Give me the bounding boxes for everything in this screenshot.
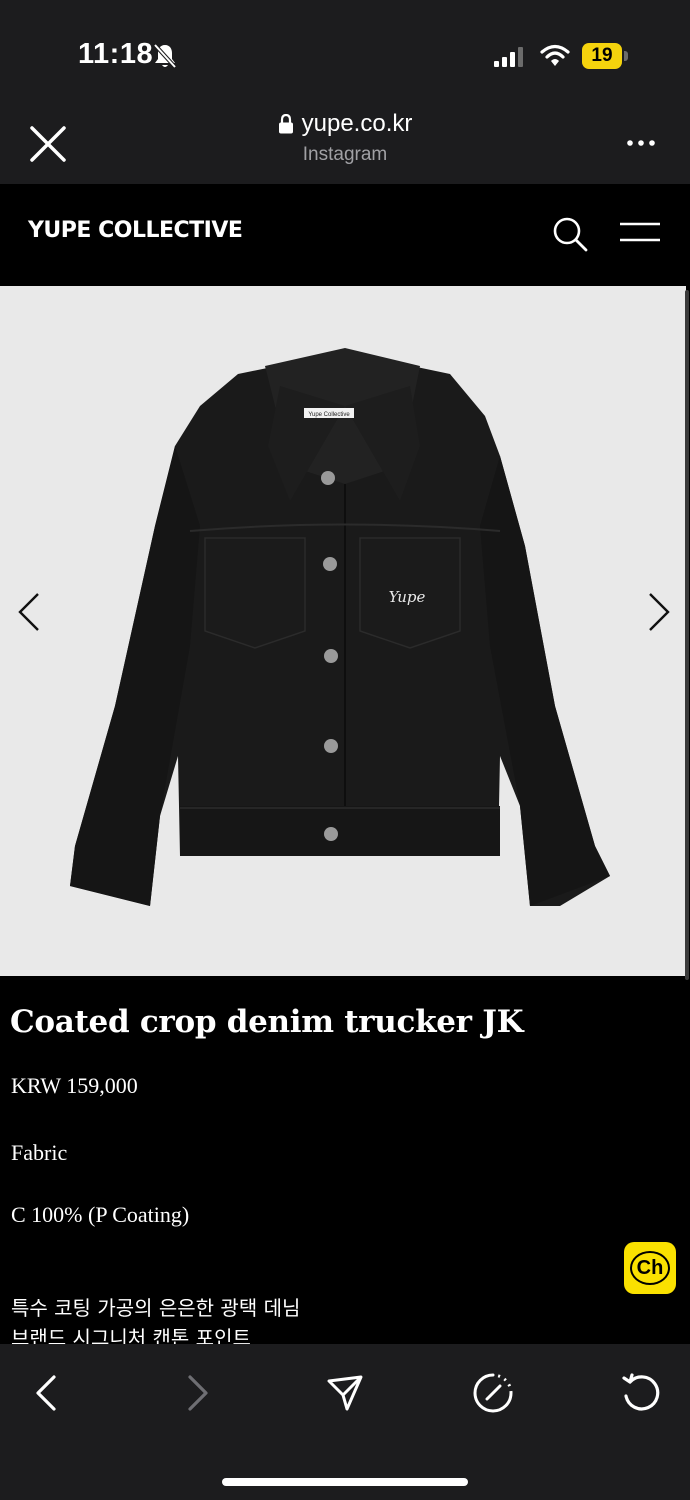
battery-icon: 19 (582, 43, 628, 69)
lock-icon (278, 114, 293, 134)
compass-button[interactable] (468, 1368, 518, 1418)
compass-icon (473, 1373, 513, 1413)
embroidery-logo: Yupe (389, 588, 426, 606)
kakao-chat-label: Ch (630, 1251, 670, 1285)
status-time: 11:18 (78, 38, 154, 70)
search-icon[interactable] (552, 216, 588, 252)
wifi-icon (540, 44, 570, 66)
share-button[interactable] (320, 1368, 370, 1418)
chevron-left-icon[interactable] (14, 590, 44, 634)
url-source: Instagram (302, 144, 388, 165)
product-price: KRW 159,000 (11, 1073, 138, 1098)
bottom-toolbar (0, 1344, 690, 1500)
battery-level: 19 (591, 45, 613, 66)
reload-icon (622, 1373, 660, 1411)
menu-icon[interactable] (618, 220, 662, 244)
brand-logo[interactable]: YUPE COLLECTIVE (28, 218, 243, 243)
description-line: 브랜드 시그니처 캔톤 포인트 (11, 1326, 251, 1344)
url-text: yupe.co.kr (301, 110, 413, 137)
more-icon[interactable] (626, 138, 656, 148)
signal-icon (494, 47, 523, 67)
forward-button[interactable] (172, 1368, 222, 1418)
browser-header: yupe.co.kr Instagram (0, 100, 690, 184)
jacket-photo: Yupe Collective Yupe (70, 348, 610, 906)
url-line: yupe.co.kr (278, 110, 413, 138)
kakao-chat-button[interactable]: Ch (624, 1242, 676, 1294)
back-button[interactable] (22, 1368, 72, 1418)
status-bar: 11:18 19 (0, 0, 690, 100)
battery-cap (624, 51, 628, 61)
site-nav: YUPE COLLECTIVE (0, 184, 690, 286)
description-line: 특수 코팅 가공의 은은한 광택 데님 (11, 1296, 301, 1320)
chevron-right-icon[interactable] (644, 590, 674, 634)
address-bar[interactable]: yupe.co.kr Instagram (0, 110, 690, 166)
back-icon (36, 1375, 56, 1411)
product-image[interactable]: Yupe Collective Yupe (0, 286, 686, 976)
product-title: Coated crop denim trucker JK (10, 1004, 524, 1040)
fabric-label: Fabric (11, 1140, 68, 1165)
reload-button[interactable] (616, 1368, 666, 1418)
home-indicator[interactable] (222, 1478, 468, 1486)
scroll-indicator (685, 290, 689, 980)
battery-body: 19 (582, 43, 622, 69)
neck-label: Yupe Collective (308, 412, 350, 418)
bell-slash-icon (153, 43, 177, 69)
share-icon (327, 1375, 363, 1411)
fabric-value: C 100% (P Coating) (11, 1202, 190, 1227)
forward-icon (188, 1375, 208, 1411)
